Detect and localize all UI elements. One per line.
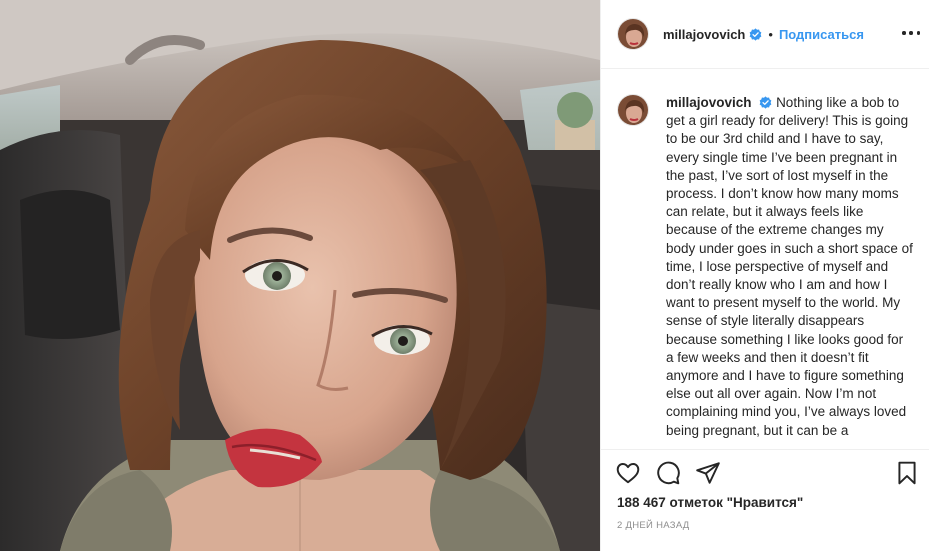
caption-avatar-image [618, 95, 648, 125]
likes-count[interactable]: 188 467 отметок "Нравится" [617, 495, 803, 510]
comment-icon[interactable] [655, 460, 681, 486]
post-photo[interactable] [0, 0, 600, 551]
selfie-image [0, 0, 600, 551]
post-timestamp[interactable]: 2 дней назад [617, 520, 690, 531]
caption-text-block: millajovovich Nothing like a bob to get … [666, 94, 914, 440]
follow-button[interactable]: Подписаться [779, 27, 864, 42]
post-sidebar: millajovovich • Подписаться millajovovic… [600, 0, 929, 551]
heart-icon[interactable] [615, 460, 641, 486]
post-header: millajovovich • Подписаться [601, 0, 929, 69]
caption-avatar[interactable] [617, 94, 649, 126]
action-buttons [615, 460, 721, 486]
avatar[interactable] [617, 18, 649, 50]
comments-section[interactable]: millajovovich Nothing like a bob to get … [601, 70, 929, 449]
header-username[interactable]: millajovovich [663, 27, 745, 42]
avatar-image [618, 19, 648, 49]
more-dot [909, 31, 913, 35]
more-dot [902, 31, 906, 35]
instagram-post: millajovovich • Подписаться millajovovic… [0, 0, 929, 551]
more-options-icon[interactable] [902, 24, 920, 42]
more-dot [916, 31, 920, 35]
header-separator: • [768, 26, 773, 42]
verified-badge-icon [750, 27, 762, 41]
post-actions-area: 188 467 отметок "Нравится" 2 дней назад [601, 449, 929, 551]
caption-text: Nothing like a bob to get a girl ready f… [666, 95, 913, 438]
caption-row: millajovovich Nothing like a bob to get … [617, 94, 914, 440]
bookmark-icon[interactable] [894, 460, 920, 486]
verified-badge-icon [759, 96, 772, 109]
caption-username[interactable]: millajovovich [666, 95, 752, 110]
paper-plane-icon[interactable] [695, 460, 721, 486]
